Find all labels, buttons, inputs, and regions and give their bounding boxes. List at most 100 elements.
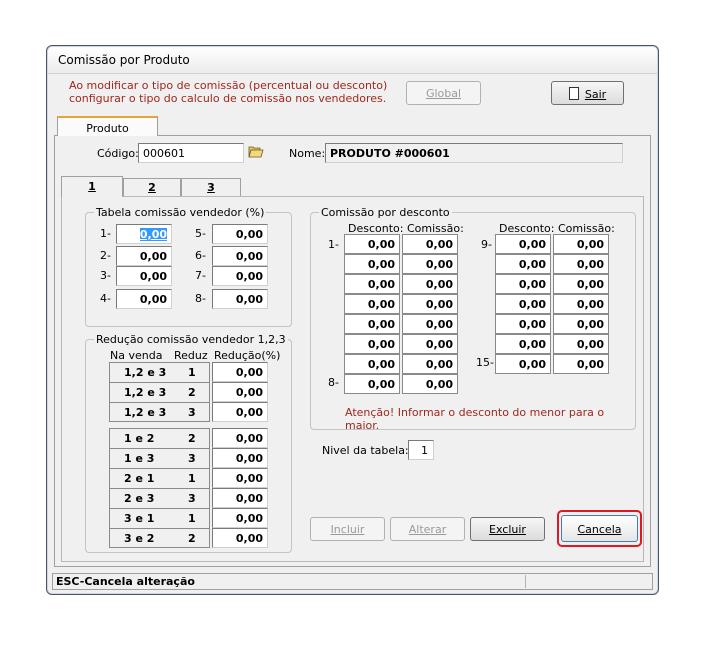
subtab-1-panel: Tabela comissão vendedor (%) 1- 0,00 2- … bbox=[61, 196, 644, 562]
desconto-right-6[interactable]: 0,00 bbox=[495, 334, 551, 354]
tabela-label-3: 3- bbox=[100, 269, 111, 282]
nivel-input[interactable]: 1 bbox=[408, 440, 434, 460]
subtab-1-label: 1 bbox=[88, 180, 96, 193]
global-button[interactable]: Global bbox=[406, 81, 481, 105]
codigo-value: 000601 bbox=[143, 147, 185, 160]
subtab-1[interactable]: 1 bbox=[61, 176, 123, 197]
desconto-group: Comissão por desconto Desconto: Comissão… bbox=[310, 206, 636, 432]
reducao-group: Redução comissão vendedor 1,2,3 Na venda… bbox=[85, 333, 292, 553]
reducao-venda-5: 1 e 3 bbox=[124, 452, 155, 465]
tabela-label-6: 6- bbox=[195, 249, 206, 262]
comissao-right-2[interactable]: 0,00 bbox=[553, 254, 609, 274]
reducao-reduz-3: 3 bbox=[188, 406, 196, 419]
reducao-input-4[interactable]: 0,00 bbox=[212, 428, 268, 448]
notice-text: Ao modificar o tipo de comissão (percent… bbox=[69, 79, 387, 105]
comissao-left-6[interactable]: 0,00 bbox=[402, 334, 458, 354]
desconto-label-8: 8- bbox=[328, 376, 339, 389]
desconto-label-15: 15- bbox=[476, 356, 494, 369]
comissao-left-3[interactable]: 0,00 bbox=[402, 274, 458, 294]
col-reduz: Reduz bbox=[174, 349, 208, 362]
tabela-input-1[interactable]: 0,00 bbox=[116, 224, 172, 244]
desconto-left-2[interactable]: 0,00 bbox=[344, 254, 400, 274]
reducao-venda-4: 1 e 2 bbox=[124, 432, 155, 445]
codigo-label: Código: bbox=[97, 147, 139, 160]
reducao-input-6[interactable]: 0,00 bbox=[212, 468, 268, 488]
incluir-button-label: Incluir bbox=[330, 523, 365, 536]
tabela-label-7: 7- bbox=[195, 269, 206, 282]
comissao-left-4[interactable]: 0,00 bbox=[402, 294, 458, 314]
reducao-input-2[interactable]: 0,00 bbox=[212, 382, 268, 402]
comissao-right-7[interactable]: 0,00 bbox=[553, 354, 609, 374]
codigo-input[interactable]: 000601 bbox=[138, 143, 244, 163]
cancela-button[interactable]: Cancela bbox=[561, 515, 638, 542]
subtab-3[interactable]: 3 bbox=[181, 178, 241, 196]
desconto-left-5[interactable]: 0,00 bbox=[344, 314, 400, 334]
desconto-right-3[interactable]: 0,00 bbox=[495, 274, 551, 294]
reducao-reduz-4: 2 bbox=[188, 432, 196, 445]
notice-line-2: configurar o tipo do calculo de comissão… bbox=[69, 92, 387, 105]
tab-produto-label: Produto bbox=[86, 122, 129, 135]
reducao-reduz-6: 1 bbox=[188, 472, 196, 485]
desconto-right-5[interactable]: 0,00 bbox=[495, 314, 551, 334]
tab-produto[interactable]: Produto bbox=[57, 116, 158, 136]
tabela-group: Tabela comissão vendedor (%) 1- 0,00 2- … bbox=[85, 206, 292, 327]
reducao-venda-1: 1,2 e 3 bbox=[124, 366, 167, 379]
desconto-right-1[interactable]: 0,00 bbox=[495, 234, 551, 254]
window-title: Comissão por Produto bbox=[58, 53, 190, 67]
reducao-input-8[interactable]: 0,00 bbox=[212, 508, 268, 528]
reducao-group2-labels: 1 e 2 2 1 e 3 3 2 e 1 1 2 e 3 3 3 e 1 1 … bbox=[109, 428, 210, 548]
global-button-label: Global bbox=[425, 87, 462, 100]
reducao-input-1[interactable]: 0,00 bbox=[212, 362, 268, 382]
desconto-right-2[interactable]: 0,00 bbox=[495, 254, 551, 274]
subtab-2[interactable]: 2 bbox=[123, 178, 181, 196]
alterar-button[interactable]: Alterar bbox=[390, 517, 465, 541]
comissao-right-3[interactable]: 0,00 bbox=[553, 274, 609, 294]
tabela-input-8[interactable]: 0,00 bbox=[212, 289, 268, 309]
status-text: ESC-Cancela alteração bbox=[56, 575, 195, 588]
desconto-left-1[interactable]: 0,00 bbox=[344, 234, 400, 254]
comissao-left-2[interactable]: 0,00 bbox=[402, 254, 458, 274]
desconto-left-4[interactable]: 0,00 bbox=[344, 294, 400, 314]
desconto-right-4[interactable]: 0,00 bbox=[495, 294, 551, 314]
reducao-venda-9: 3 e 2 bbox=[124, 532, 155, 545]
desconto-left-7[interactable]: 0,00 bbox=[344, 354, 400, 374]
desconto-right-7[interactable]: 0,00 bbox=[495, 354, 551, 374]
reducao-input-9[interactable]: 0,00 bbox=[212, 528, 268, 548]
comissao-left-1[interactable]: 0,00 bbox=[402, 234, 458, 254]
comissao-left-7[interactable]: 0,00 bbox=[402, 354, 458, 374]
comissao-right-1[interactable]: 0,00 bbox=[553, 234, 609, 254]
reducao-input-7[interactable]: 0,00 bbox=[212, 488, 268, 508]
open-folder-icon[interactable] bbox=[248, 145, 264, 158]
desconto-warning: Atenção! Informar o desconto do menor pa… bbox=[345, 406, 605, 432]
incluir-button[interactable]: Incluir bbox=[310, 517, 385, 541]
notice-line-1: Ao modificar o tipo de comissão (percent… bbox=[69, 79, 388, 92]
tabela-input-4[interactable]: 0,00 bbox=[116, 289, 172, 309]
comissao-left-5[interactable]: 0,00 bbox=[402, 314, 458, 334]
reducao-input-3[interactable]: 0,00 bbox=[212, 402, 268, 422]
exit-door-icon bbox=[568, 87, 579, 100]
tabela-title: Tabela comissão vendedor (%) bbox=[94, 206, 267, 219]
excluir-button[interactable]: Excluir bbox=[470, 517, 545, 541]
tabela-input-5[interactable]: 0,00 bbox=[212, 224, 268, 244]
tabela-label-1: 1- bbox=[100, 227, 111, 240]
comissao-right-4[interactable]: 0,00 bbox=[553, 294, 609, 314]
tabela-input-3[interactable]: 0,00 bbox=[116, 266, 172, 286]
nivel-value: 1 bbox=[421, 444, 428, 457]
desconto-left-8[interactable]: 0,00 bbox=[344, 374, 400, 394]
desconto-left-6[interactable]: 0,00 bbox=[344, 334, 400, 354]
reducao-input-5[interactable]: 0,00 bbox=[212, 448, 268, 468]
comissao-right-5[interactable]: 0,00 bbox=[553, 314, 609, 334]
reducao-venda-6: 2 e 1 bbox=[124, 472, 155, 485]
desconto-left-3[interactable]: 0,00 bbox=[344, 274, 400, 294]
comissao-left-8[interactable]: 0,00 bbox=[402, 374, 458, 394]
tabela-input-2[interactable]: 0,00 bbox=[116, 246, 172, 266]
reducao-venda-2: 1,2 e 3 bbox=[124, 386, 167, 399]
comissao-right-6[interactable]: 0,00 bbox=[553, 334, 609, 354]
tabela-input-7[interactable]: 0,00 bbox=[212, 266, 268, 286]
alterar-button-label: Alterar bbox=[408, 523, 447, 536]
sair-button[interactable]: Sair bbox=[551, 81, 624, 105]
tabela-label-2: 2- bbox=[100, 249, 111, 262]
tabela-input-6[interactable]: 0,00 bbox=[212, 246, 268, 266]
reducao-venda-8: 3 e 1 bbox=[124, 512, 155, 525]
excluir-button-label: Excluir bbox=[489, 523, 526, 536]
